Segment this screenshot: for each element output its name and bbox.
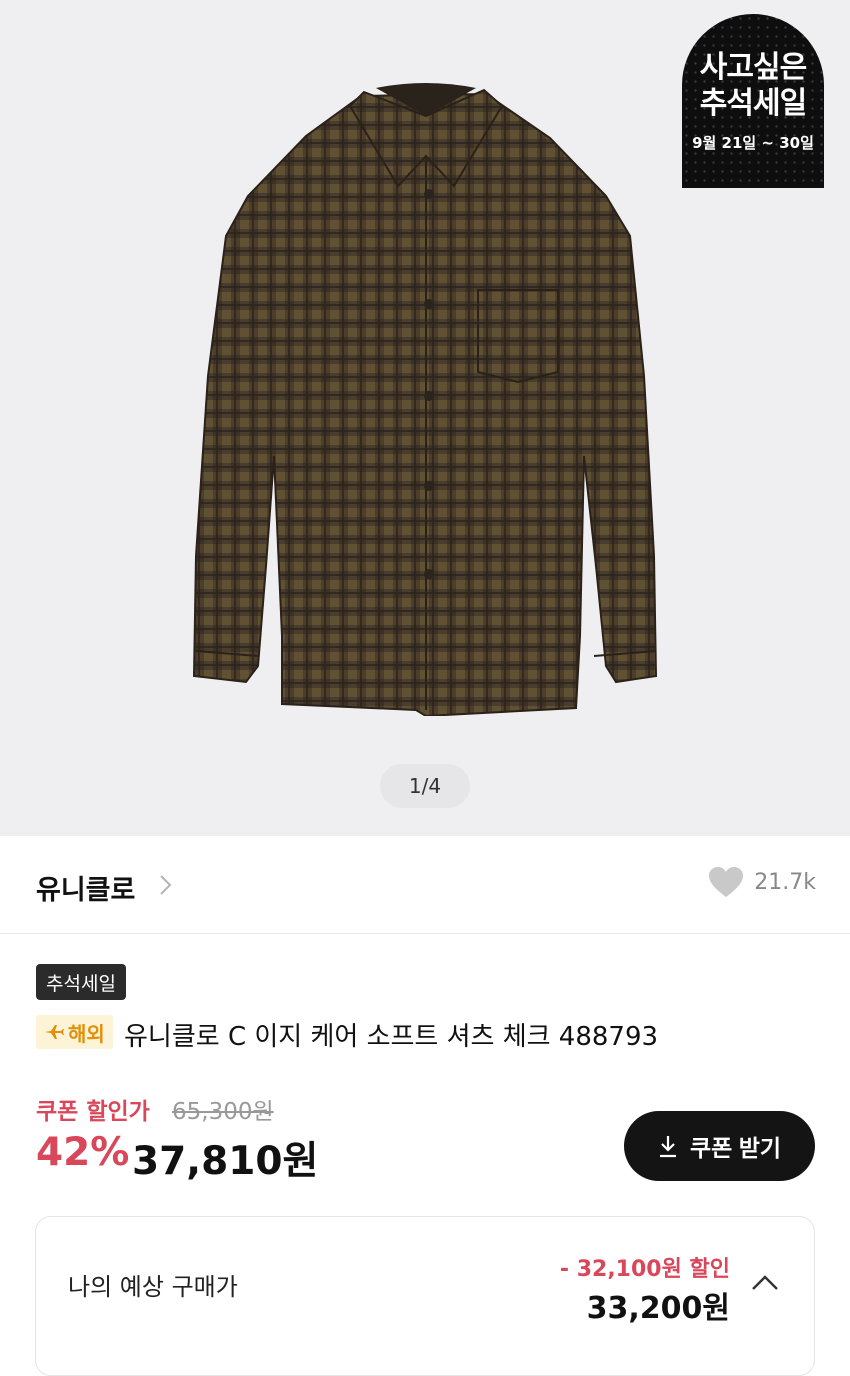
discount-rate: 42% [36,1130,130,1175]
promo-badge-line1: 사고싶은 [699,50,807,85]
original-price: 65,300원 [172,1099,274,1125]
chevron-up-icon[interactable] [750,1273,780,1293]
overseas-label: 해외 [68,1021,105,1046]
product-title: 유니클로 C 이지 케어 소프트 셔츠 체크 488793 [124,1022,659,1052]
heart-icon [709,867,744,897]
like-button[interactable]: 21.7k [708,866,816,898]
get-coupon-label: 쿠폰 받기 [689,1135,782,1161]
brand-link[interactable]: 유니클로 [36,868,135,907]
like-count: 21.7k [754,869,816,895]
promo-badge-line2: 추석세일 [699,86,807,121]
download-icon [659,1136,676,1158]
product-image [192,83,658,716]
overseas-badge: 해외 [36,1015,113,1049]
coupon-price-label: 쿠폰 할인가 [36,1099,150,1125]
chevron-right-icon[interactable] [154,872,176,898]
estimated-final-price: 33,200원 [586,1291,730,1326]
savings-amount: - 32,100원 할인 [559,1257,730,1282]
sale-price: 37,810원 [132,1139,319,1184]
product-image-carousel[interactable]: 사고싶은 추석세일 9월 21일 ~ 30일 1/4 [0,0,850,836]
sale-tag: 추석세일 [36,964,126,1000]
promo-badge-dates: 9월 21일 ~ 30일 [692,134,814,152]
brand-row: 유니클로 21.7k [0,836,850,934]
estimated-price-label: 나의 예상 구매가 [68,1273,238,1301]
airplane-icon [45,1025,64,1039]
image-pager: 1/4 [380,764,470,808]
get-coupon-button[interactable]: 쿠폰 받기 [624,1111,815,1181]
promo-badge[interactable]: 사고싶은 추석세일 9월 21일 ~ 30일 [682,14,824,188]
estimated-price-panel[interactable]: 나의 예상 구매가 - 32,100원 할인 33,200원 [35,1216,815,1376]
